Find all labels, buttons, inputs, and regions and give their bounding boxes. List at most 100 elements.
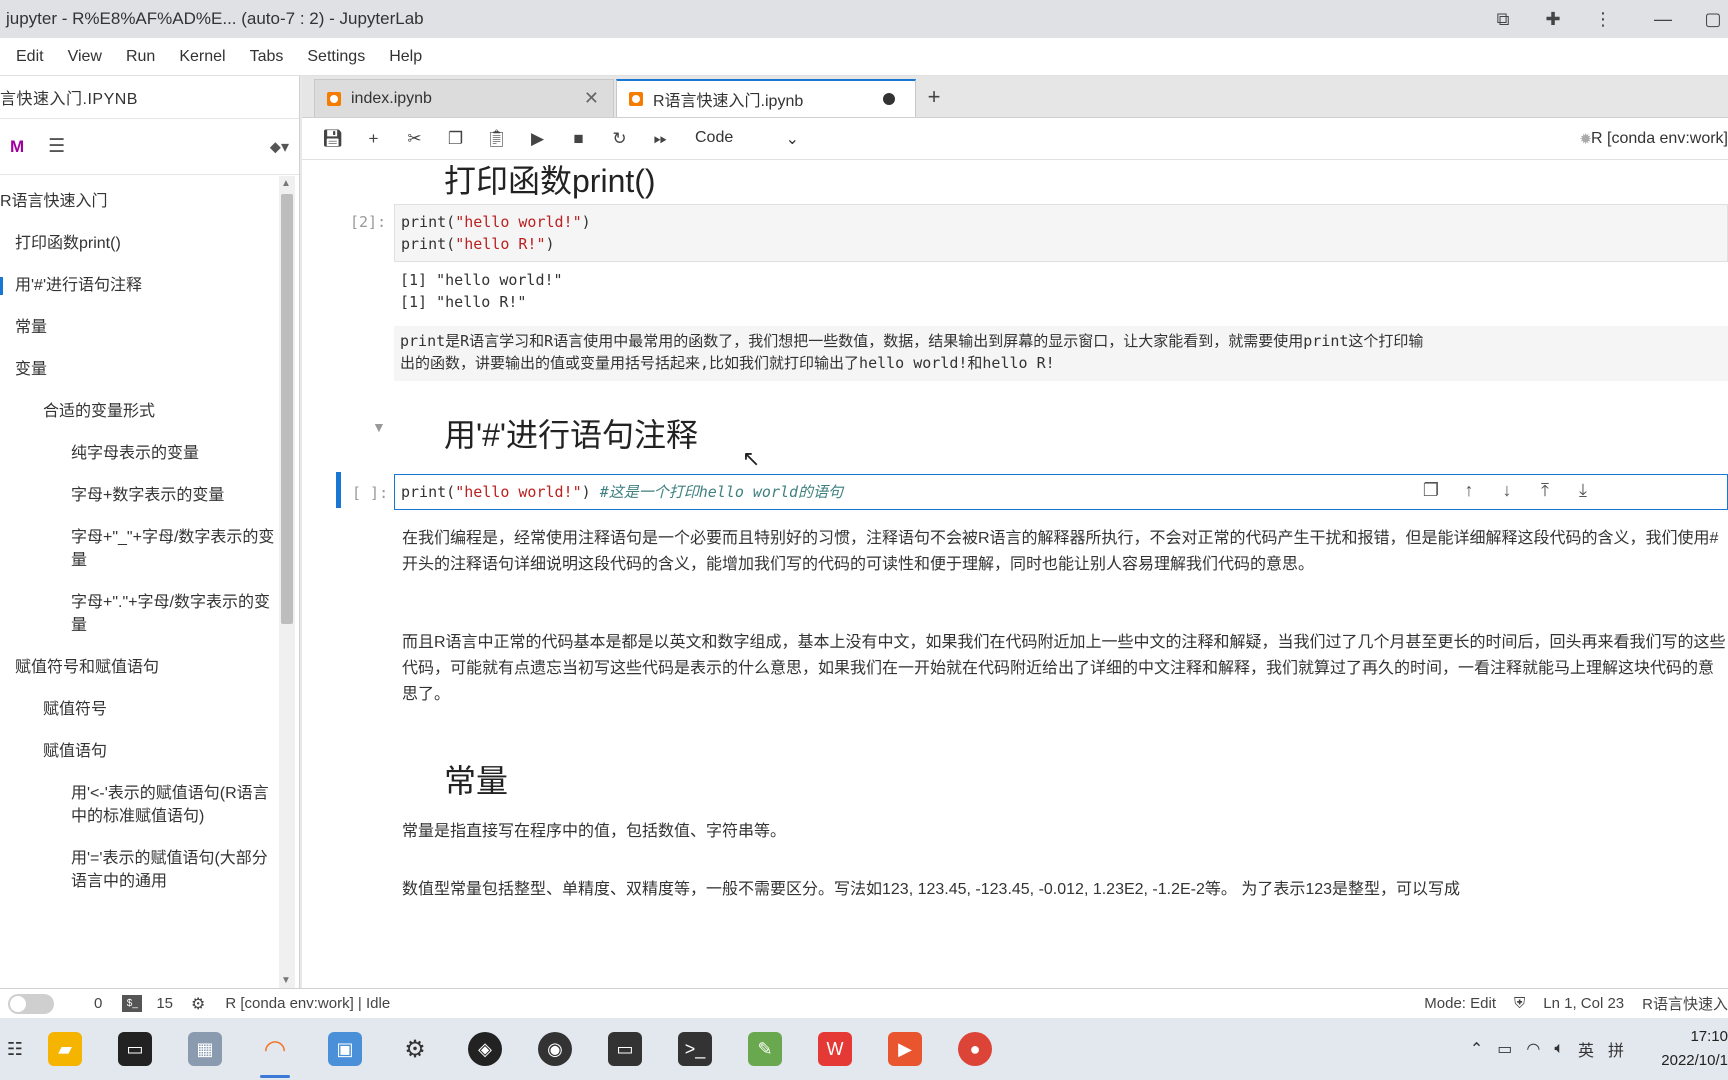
battery-icon[interactable]: ▭ [1497, 1039, 1512, 1059]
menu-kernel[interactable]: Kernel [179, 48, 225, 66]
minimize-icon[interactable]: — [1628, 9, 1698, 30]
tag-filter-icon[interactable]: ⬥▾ [270, 137, 289, 157]
move-up-icon[interactable]: ↑ [1450, 480, 1488, 501]
mode-indicator[interactable]: Mode: Edit [1424, 995, 1496, 1012]
toc-item[interactable]: 变量 [0, 349, 299, 391]
menu-help[interactable]: Help [389, 48, 422, 66]
paragraph-comment-reason: 而且R语言中正常的代码基本是都是以英文和数字组成，基本上没有中文，如果我们在代码… [402, 634, 1726, 703]
cell-type-select[interactable]: Code ⌄ [695, 129, 799, 149]
duplicate-cell-icon[interactable]: ❐ [1412, 480, 1450, 501]
gear-icon[interactable]: ⚙ [191, 994, 205, 1014]
unity-app-icon[interactable]: ◈ [450, 1018, 520, 1080]
slides-app-icon[interactable]: ▶ [870, 1018, 940, 1080]
toc-item[interactable]: 合适的变量形式 [0, 391, 299, 433]
toc-item[interactable]: 赋值符号和赋值语句 [0, 647, 299, 689]
toc-item[interactable]: 赋值符号 [0, 689, 299, 731]
markdown-toggle-icon[interactable]: M [10, 137, 24, 157]
stop-icon[interactable]: ■ [558, 129, 599, 149]
cut-icon[interactable]: ✂ [394, 129, 435, 149]
code-cell-print[interactable]: print("hello world!") print("hello R!") [394, 204, 1728, 262]
numbering-toggle-icon[interactable]: ☰ [48, 135, 65, 158]
wifi-icon[interactable]: ◠ [1526, 1039, 1540, 1059]
toc-item[interactable]: R语言快速入门 [0, 181, 299, 223]
tools-app-icon[interactable]: ✎ [730, 1018, 800, 1080]
menu-settings[interactable]: Settings [307, 48, 365, 66]
maximize-icon[interactable]: ▢ [1698, 9, 1728, 30]
kernel-name[interactable]: R [conda env:work] [1591, 130, 1728, 148]
insert-below-icon[interactable]: ⤓ [1564, 480, 1602, 501]
save-icon[interactable]: 💾︎ [312, 129, 353, 149]
toc-header: 言快速入门.IPYNB [0, 76, 299, 119]
unsaved-dot-icon[interactable] [883, 93, 895, 105]
mouse-pointer-icon: ↖ [742, 446, 761, 471]
terminal-icon[interactable]: $_ [122, 995, 143, 1012]
scroll-down-icon[interactable]: ▼ [281, 975, 291, 986]
tab-label: index.ipynb [351, 89, 432, 107]
menu-tabs[interactable]: Tabs [250, 48, 284, 66]
toc-item[interactable]: 常量 [0, 307, 299, 349]
image-viewer-icon[interactable]: ▦ [170, 1018, 240, 1080]
current-file: R语言快速入 [1642, 996, 1728, 1013]
cell-prompt: [ ]: [352, 484, 389, 502]
toc-item[interactable]: 字母+"_"+字母/数字表示的变量 [0, 517, 299, 582]
wps-app-icon[interactable]: W [800, 1018, 870, 1080]
more-menu-icon[interactable]: ⋮ [1578, 9, 1628, 30]
obs-app-icon[interactable]: ◉ [520, 1018, 590, 1080]
collapse-heading-icon[interactable]: ▼ [372, 419, 386, 435]
task-view-icon[interactable]: ☷ [0, 1018, 30, 1080]
toc-item[interactable]: 纯字母表示的变量 [0, 433, 299, 475]
add-cell-icon[interactable]: + [353, 129, 394, 149]
fast-forward-icon[interactable]: ⏩︎ [640, 129, 681, 149]
run-icon[interactable]: ▶ [517, 129, 558, 149]
terminal-app-icon[interactable]: ▭ [100, 1018, 170, 1080]
paste-icon[interactable]: 📋︎ [476, 129, 517, 149]
toc-scrollbar[interactable]: ▲ ▼ [279, 176, 295, 988]
active-cell-indicator[interactable] [336, 472, 341, 508]
toc-item[interactable]: 字母+"."+字母/数字表示的变量 [0, 582, 299, 647]
toc-scrollbar-thumb[interactable] [281, 194, 293, 624]
scroll-up-icon[interactable]: ▲ [281, 178, 291, 189]
insert-above-icon[interactable]: ⤒ [1526, 480, 1564, 501]
ime-language[interactable]: 英 [1578, 1037, 1594, 1061]
settings-app-icon[interactable]: ⚙ [380, 1018, 450, 1080]
menu-view[interactable]: View [68, 48, 102, 66]
move-down-icon[interactable]: ↓ [1488, 480, 1526, 501]
menu-run[interactable]: Run [126, 48, 155, 66]
remote-desktop-icon[interactable]: ▣ [310, 1018, 380, 1080]
toc-item[interactable]: 赋值语句 [0, 731, 299, 773]
cell-toolbar: ❐ ↑ ↓ ⤒ ⤓ [1412, 480, 1602, 501]
toc-item-active[interactable]: 用'#'进行语句注释 [0, 265, 299, 307]
volume-icon[interactable]: 🔈︎ [1554, 1040, 1564, 1058]
toc-item[interactable]: 打印函数print() [0, 223, 299, 265]
console-app-icon[interactable]: ▭ [590, 1018, 660, 1080]
copy-icon[interactable]: ❐ [435, 129, 476, 149]
extensions-icon[interactable]: ✚ [1528, 9, 1578, 30]
menu-edit[interactable]: Edit [16, 48, 44, 66]
chevron-up-icon[interactable]: ⌃ [1470, 1039, 1483, 1059]
simple-mode-toggle[interactable] [8, 993, 54, 1014]
translate-icon[interactable]: ⧉ [1478, 9, 1528, 30]
markdown-cell[interactable]: print是R语言学习和R语言使用中最常用的函数了，我们想把一些数值，数据，结果… [394, 326, 1728, 381]
toc-item[interactable]: 用'<-'表示的赋值语句(R语言中的标准赋值语句) [0, 773, 299, 838]
status-bar: 0 $_ 15 ⚙ R [conda env:work] | Idle Mode… [0, 988, 1728, 1018]
notebook-icon [629, 92, 643, 106]
tab-r-notebook[interactable]: R语言快速入门.ipynb [616, 79, 916, 117]
close-icon[interactable]: ✕ [584, 88, 599, 109]
window-title: jupyter - R%E8%AF%AD%E... (auto-7 : 2) -… [6, 9, 424, 28]
file-explorer-icon[interactable]: ▰ [30, 1018, 100, 1080]
kernel-status[interactable]: R [conda env:work] | Idle [225, 995, 390, 1012]
chrome-app-icon[interactable]: ● [940, 1018, 1010, 1080]
cursor-position[interactable]: Ln 1, Col 23 [1543, 995, 1624, 1012]
ime-mode[interactable]: 拼 [1608, 1037, 1624, 1061]
powershell-app-icon[interactable]: >_ [660, 1018, 730, 1080]
toc-item[interactable]: 字母+数字表示的变量 [0, 475, 299, 517]
shield-icon[interactable]: ⛨ [1514, 995, 1525, 1012]
restart-icon[interactable]: ↻ [599, 129, 640, 149]
cell-type-value: Code [695, 128, 734, 146]
new-tab-button[interactable]: + [918, 82, 950, 114]
toc-item[interactable]: 用'='表示的赋值语句(大部分语言中的通用 [0, 838, 299, 903]
toc-sidebar: 言快速入门.IPYNB M ☰ ⬥▾ R语言快速入门 打印函数print() 用… [0, 76, 300, 988]
jupyter-app-icon[interactable]: ◠ [240, 1018, 310, 1080]
tab-index[interactable]: index.ipynb ✕ [314, 79, 614, 117]
clock[interactable]: 17:10 2022/10/1 [1644, 1025, 1728, 1073]
